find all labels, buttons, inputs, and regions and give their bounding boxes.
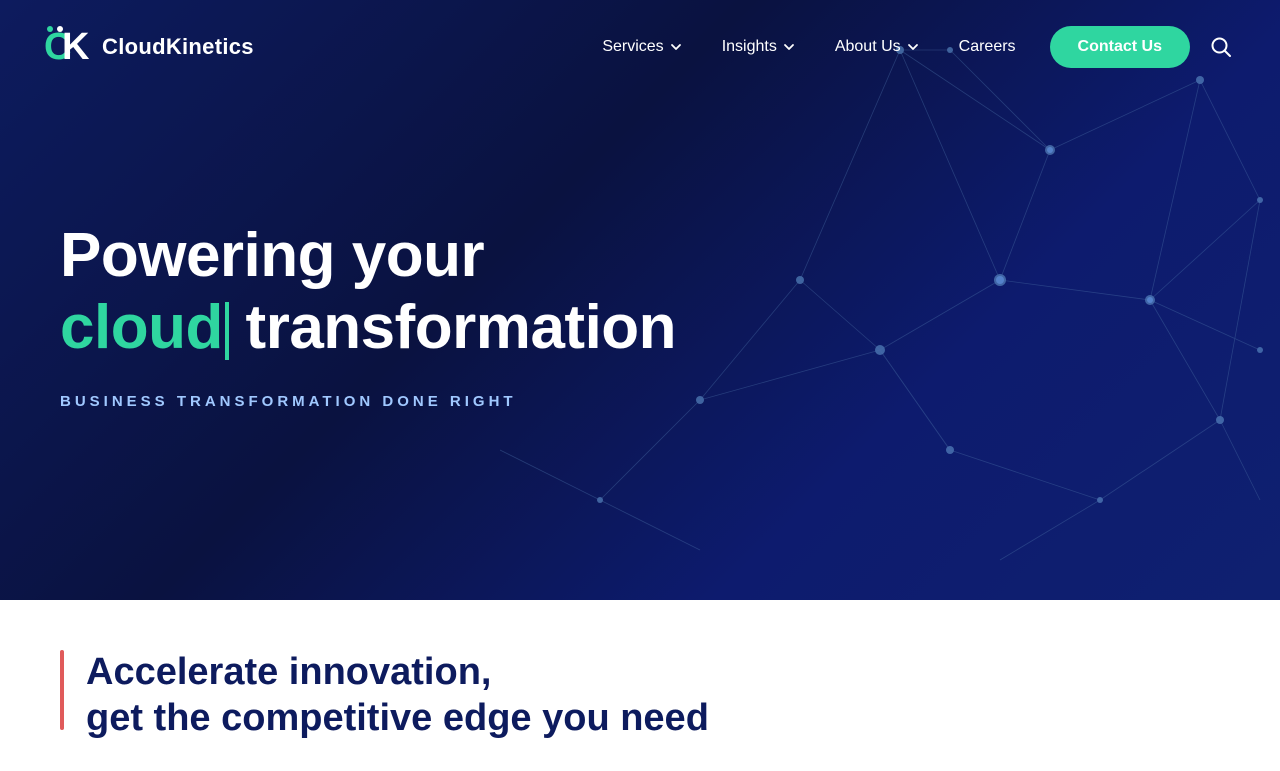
chevron-down-icon xyxy=(783,41,795,53)
nav-insights-label: Insights xyxy=(722,38,777,56)
nav-item-services[interactable]: Services xyxy=(584,28,699,66)
hero-cloud-text: cloud xyxy=(60,293,223,362)
contact-us-button[interactable]: Contact Us xyxy=(1050,26,1190,68)
svg-text:K: K xyxy=(62,26,90,68)
search-icon xyxy=(1210,36,1232,58)
hero-subtitle: BUSINESS TRANSFORMATION DONE RIGHT xyxy=(60,393,676,410)
hero-content: Powering your cloud transformation BUSIN… xyxy=(0,190,676,410)
logo-icon: C K xyxy=(40,21,92,73)
nav-careers-label: Careers xyxy=(959,38,1016,56)
chevron-down-icon xyxy=(670,41,682,53)
chevron-down-icon xyxy=(907,41,919,53)
accelerate-line1: Accelerate innovation, xyxy=(86,650,709,696)
nav-item-about[interactable]: About Us xyxy=(817,28,937,66)
nav-services-label: Services xyxy=(602,38,663,56)
hero-transform-text: transformation xyxy=(229,293,676,362)
hero-title-line1: Powering your xyxy=(60,220,676,291)
logo-link[interactable]: C K CloudKinetics xyxy=(40,21,254,73)
accelerate-line2: get the competitive edge you need xyxy=(86,696,709,742)
search-button[interactable] xyxy=(1202,28,1240,66)
nav-about-label: About Us xyxy=(835,38,901,56)
below-hero-section: Accelerate innovation, get the competiti… xyxy=(0,600,1280,771)
accelerate-text-block: Accelerate innovation, get the competiti… xyxy=(86,650,709,741)
navbar: C K CloudKinetics Services Insights Abou… xyxy=(0,0,1280,94)
hero-title-line2: cloud transformation xyxy=(60,292,676,363)
logo-text: CloudKinetics xyxy=(102,34,254,60)
nav-item-insights[interactable]: Insights xyxy=(704,28,813,66)
accelerate-section: Accelerate innovation, get the competiti… xyxy=(60,650,1220,741)
accent-border xyxy=(60,650,64,730)
nav-item-careers[interactable]: Careers xyxy=(941,28,1034,66)
nav-links: Services Insights About Us Careers Conta… xyxy=(584,26,1240,68)
